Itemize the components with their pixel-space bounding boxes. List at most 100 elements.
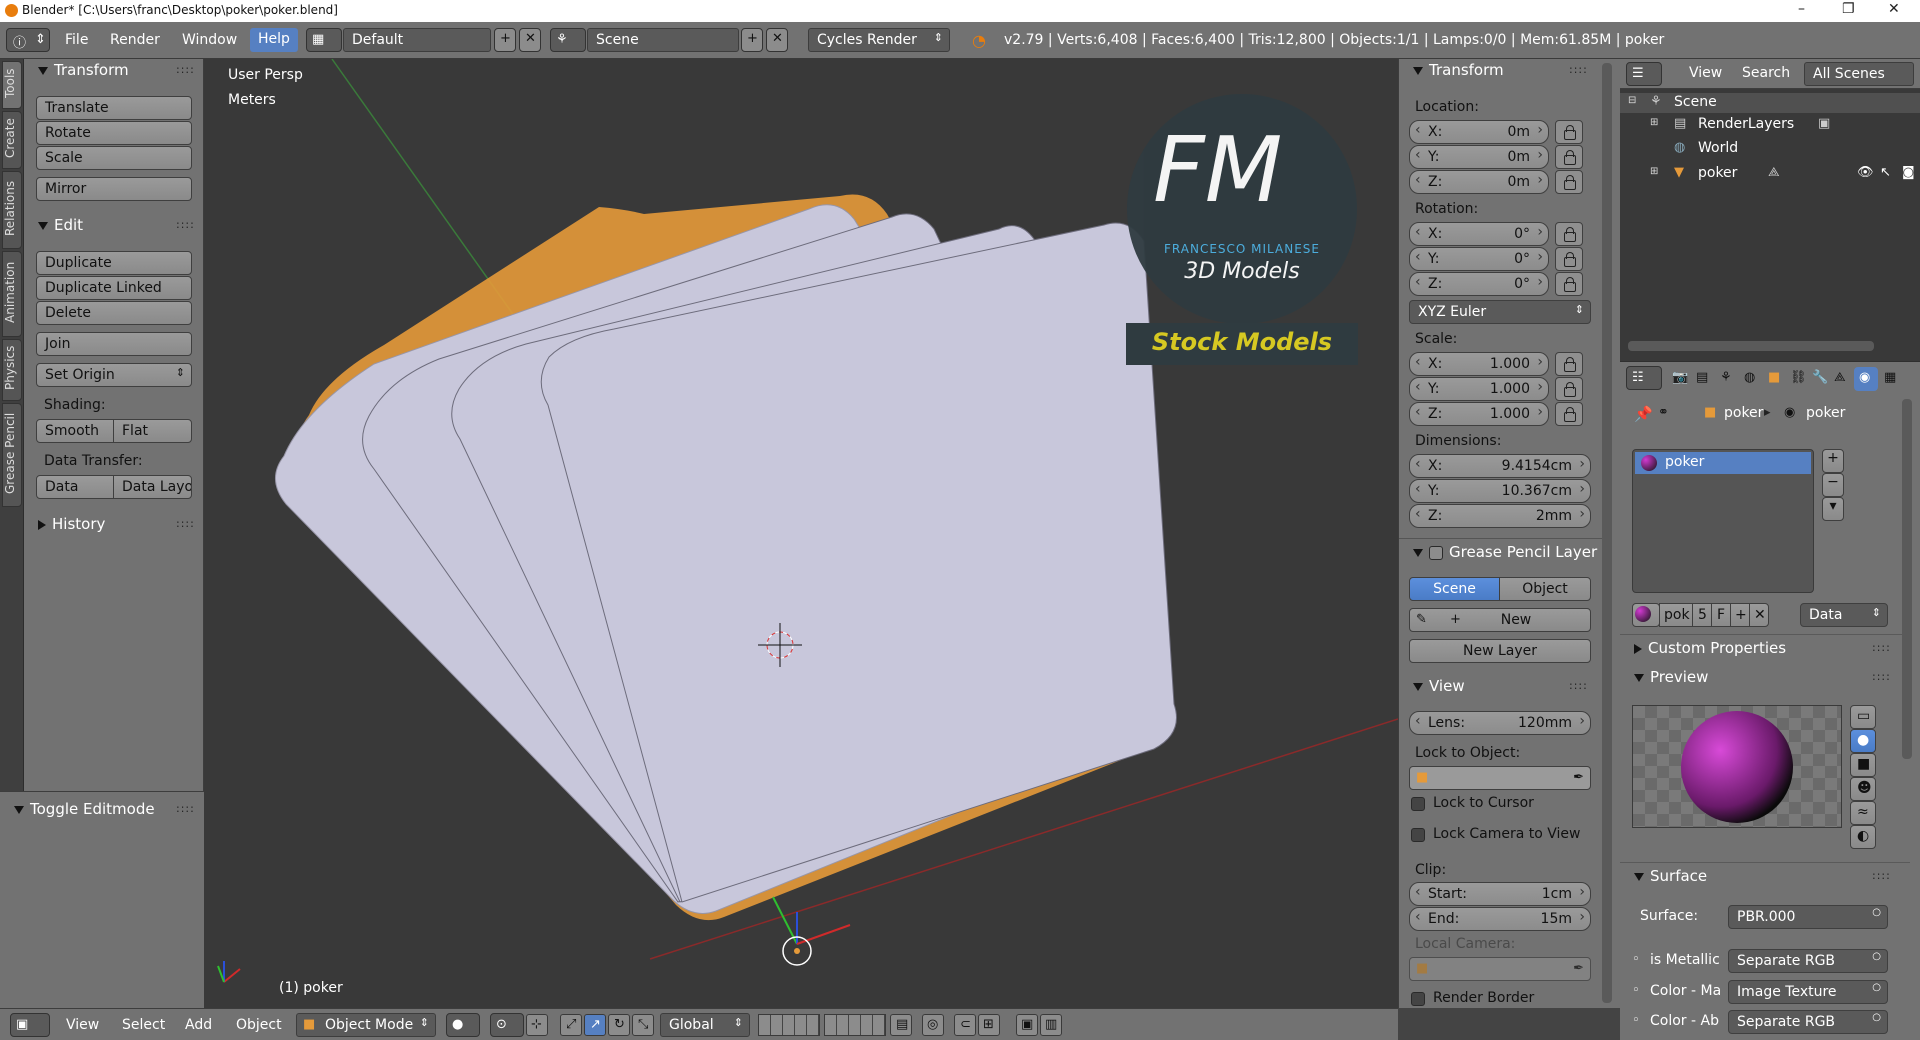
texture-tab-icon[interactable]: ▦ bbox=[1884, 370, 1896, 385]
orientation-dropdown[interactable]: Global ⇕ bbox=[660, 1013, 750, 1037]
smooth-button[interactable]: Smooth bbox=[36, 419, 114, 443]
material-users-count[interactable]: 5 bbox=[1692, 603, 1712, 627]
drag-grip-icon[interactable]: :::: bbox=[176, 218, 195, 231]
layer-lock-button[interactable]: ▤ bbox=[890, 1014, 912, 1036]
snap-element-dropdown[interactable]: ⊞ bbox=[978, 1014, 1000, 1036]
duplicate-linked-button[interactable]: Duplicate Linked bbox=[36, 276, 192, 300]
clip-start-field[interactable]: Start: 1cm bbox=[1409, 882, 1591, 906]
poker-cards-object[interactable] bbox=[275, 194, 1177, 921]
grease-pencil-layer-header[interactable]: Grease Pencil Layer bbox=[1413, 543, 1597, 561]
dimensions-y-field[interactable]: Y: 10.367cm bbox=[1409, 479, 1591, 503]
drag-grip-icon[interactable]: :::: bbox=[1569, 63, 1588, 76]
duplicate-button[interactable]: Duplicate bbox=[36, 251, 192, 275]
material-slot-item[interactable]: poker bbox=[1635, 452, 1811, 474]
render-engine-dropdown[interactable]: Cycles Render ⇕ bbox=[808, 28, 950, 52]
tab-physics[interactable]: Physics bbox=[2, 339, 22, 401]
outliner-editor-type-button[interactable]: ☰ bbox=[1626, 62, 1662, 86]
history-panel-header[interactable]: History bbox=[38, 515, 105, 533]
opengl-render-button[interactable]: ▣ bbox=[1016, 1014, 1038, 1036]
eye-icon[interactable]: 👁 bbox=[1857, 165, 1874, 180]
snap-toggle[interactable]: ⊂ bbox=[954, 1014, 976, 1036]
grease-object-button[interactable]: Object bbox=[1499, 577, 1591, 601]
input-metallic-dropdown[interactable]: Separate RGB ○ bbox=[1728, 949, 1888, 973]
outliner-row-poker[interactable]: ⊞ ▼ poker ⟁ 👁 ↖ ◙ bbox=[1620, 164, 1920, 184]
constraints-tab-icon[interactable]: ⛓ bbox=[1790, 370, 1807, 385]
material-slot-list[interactable]: poker bbox=[1632, 449, 1814, 593]
scene-tab-icon[interactable]: ⚘ bbox=[1720, 370, 1732, 385]
transform-panel-header[interactable]: Transform bbox=[38, 61, 129, 79]
viewport-shading-dropdown[interactable]: ● bbox=[446, 1013, 480, 1037]
menu-object[interactable]: Object bbox=[236, 1017, 282, 1033]
scene-field[interactable]: Scene bbox=[587, 28, 739, 52]
lock-icon[interactable] bbox=[1555, 402, 1583, 426]
tab-tools[interactable]: Tools bbox=[2, 61, 22, 109]
input-color-ab-dropdown[interactable]: Separate RGB ○ bbox=[1728, 1010, 1888, 1034]
close-button[interactable]: ✕ bbox=[1888, 1, 1900, 17]
scale-x-field[interactable]: X: 1.000 bbox=[1409, 352, 1549, 376]
outliner-view-menu[interactable]: View bbox=[1689, 65, 1722, 81]
opengl-anim-button[interactable]: ▥ bbox=[1040, 1014, 1062, 1036]
menu-render[interactable]: Render bbox=[110, 32, 160, 48]
properties-scrollbar[interactable] bbox=[1902, 399, 1912, 759]
preview-monkey-button[interactable]: ☻ bbox=[1850, 777, 1876, 801]
lock-icon[interactable] bbox=[1555, 120, 1583, 144]
scene-icon-button[interactable]: ⚘ bbox=[550, 28, 586, 52]
toggle-editmode-header[interactable]: Toggle Editmode bbox=[14, 800, 155, 818]
layers-grid-a[interactable] bbox=[758, 1014, 820, 1036]
proportional-edit-button[interactable]: ◎ bbox=[922, 1014, 944, 1036]
preview-cube-button[interactable]: ■ bbox=[1850, 753, 1876, 777]
grease-pencil-checkbox[interactable] bbox=[1429, 545, 1443, 560]
menu-add[interactable]: Add bbox=[185, 1017, 212, 1033]
dimensions-z-field[interactable]: Z: 2mm bbox=[1409, 504, 1591, 528]
lock-object-field[interactable]: ■ ✒ bbox=[1409, 766, 1591, 790]
lock-icon[interactable] bbox=[1555, 272, 1583, 296]
outliner-row-renderlayers[interactable]: ⊞ ▤ RenderLayers ▣ bbox=[1620, 115, 1920, 135]
input-expand-icon[interactable]: ◦ bbox=[1632, 952, 1640, 967]
menu-select[interactable]: Select bbox=[122, 1017, 165, 1033]
editor-type-3dview-button[interactable]: ▣ bbox=[10, 1013, 50, 1037]
3d-viewport[interactable]: User Persp Meters FM FRANCESCO MILANESE … bbox=[204, 59, 1398, 1008]
screen-layout-field[interactable]: Default bbox=[343, 28, 491, 52]
rotation-mode-dropdown[interactable]: XYZ Euler ⇕ bbox=[1409, 300, 1591, 324]
minimize-button[interactable]: – bbox=[1798, 1, 1805, 17]
material-tab[interactable]: ◉ bbox=[1854, 367, 1878, 391]
remove-scene-button[interactable]: ✕ bbox=[766, 28, 788, 52]
tab-grease-pencil[interactable]: Grease Pencil bbox=[2, 403, 22, 507]
unlink-material-button[interactable]: ✕ bbox=[1749, 603, 1769, 627]
drag-grip-icon[interactable]: :::: bbox=[1569, 679, 1588, 692]
render-tab-icon[interactable]: 📷 bbox=[1672, 370, 1688, 385]
screen-layout-icon-button[interactable]: ▦ bbox=[306, 28, 342, 52]
delete-button[interactable]: Delete bbox=[36, 301, 192, 325]
slot-specials-button[interactable]: ▾ bbox=[1822, 497, 1844, 521]
join-button[interactable]: Join bbox=[36, 332, 192, 356]
translate-arrow-button[interactable]: ↗ bbox=[584, 1014, 606, 1036]
render-border-checkbox[interactable] bbox=[1411, 992, 1425, 1006]
location-y-field[interactable]: Y: 0m bbox=[1409, 145, 1549, 169]
mirror-button[interactable]: Mirror bbox=[36, 177, 192, 201]
rotate-manipulator-button[interactable]: ↻ bbox=[608, 1014, 630, 1036]
outliner-h-scrollbar[interactable] bbox=[1628, 341, 1874, 351]
world-tab-icon[interactable]: ◍ bbox=[1744, 370, 1755, 385]
add-scene-button[interactable]: + bbox=[741, 28, 763, 52]
preview-flat-button[interactable]: ▭ bbox=[1850, 705, 1876, 729]
surface-shader-dropdown[interactable]: PBR.000 ○ bbox=[1728, 905, 1888, 929]
fake-user-button[interactable]: F bbox=[1711, 603, 1731, 627]
material-link-dropdown[interactable]: Data ⇕ bbox=[1800, 603, 1888, 627]
scale-z-field[interactable]: Z: 1.000 bbox=[1409, 402, 1549, 426]
outliner-row-scene[interactable]: ⊟ ⚘ Scene bbox=[1620, 93, 1920, 113]
local-camera-field[interactable]: ■ ✒ bbox=[1409, 957, 1591, 981]
drag-grip-icon[interactable]: :::: bbox=[1872, 869, 1891, 882]
input-expand-icon[interactable]: ◦ bbox=[1632, 1013, 1640, 1028]
scale-manipulator-button[interactable]: ⤡ bbox=[632, 1014, 654, 1036]
tab-animation[interactable]: Animation bbox=[2, 251, 22, 337]
lock-icon[interactable] bbox=[1555, 170, 1583, 194]
view-sidebar-header[interactable]: View bbox=[1413, 677, 1465, 695]
data-tab-icon[interactable]: ⟁ bbox=[1834, 370, 1846, 385]
data-transfer-button[interactable]: Data bbox=[36, 475, 114, 499]
object-tab-icon[interactable]: ■ bbox=[1768, 370, 1780, 385]
tab-relations[interactable]: Relations bbox=[2, 171, 22, 249]
browse-material-button[interactable] bbox=[1632, 603, 1660, 627]
dimensions-x-field[interactable]: X: 9.4154cm bbox=[1409, 454, 1591, 478]
preview-sky-button[interactable]: ◐ bbox=[1850, 825, 1876, 849]
new-material-button[interactable]: + bbox=[1730, 603, 1750, 627]
